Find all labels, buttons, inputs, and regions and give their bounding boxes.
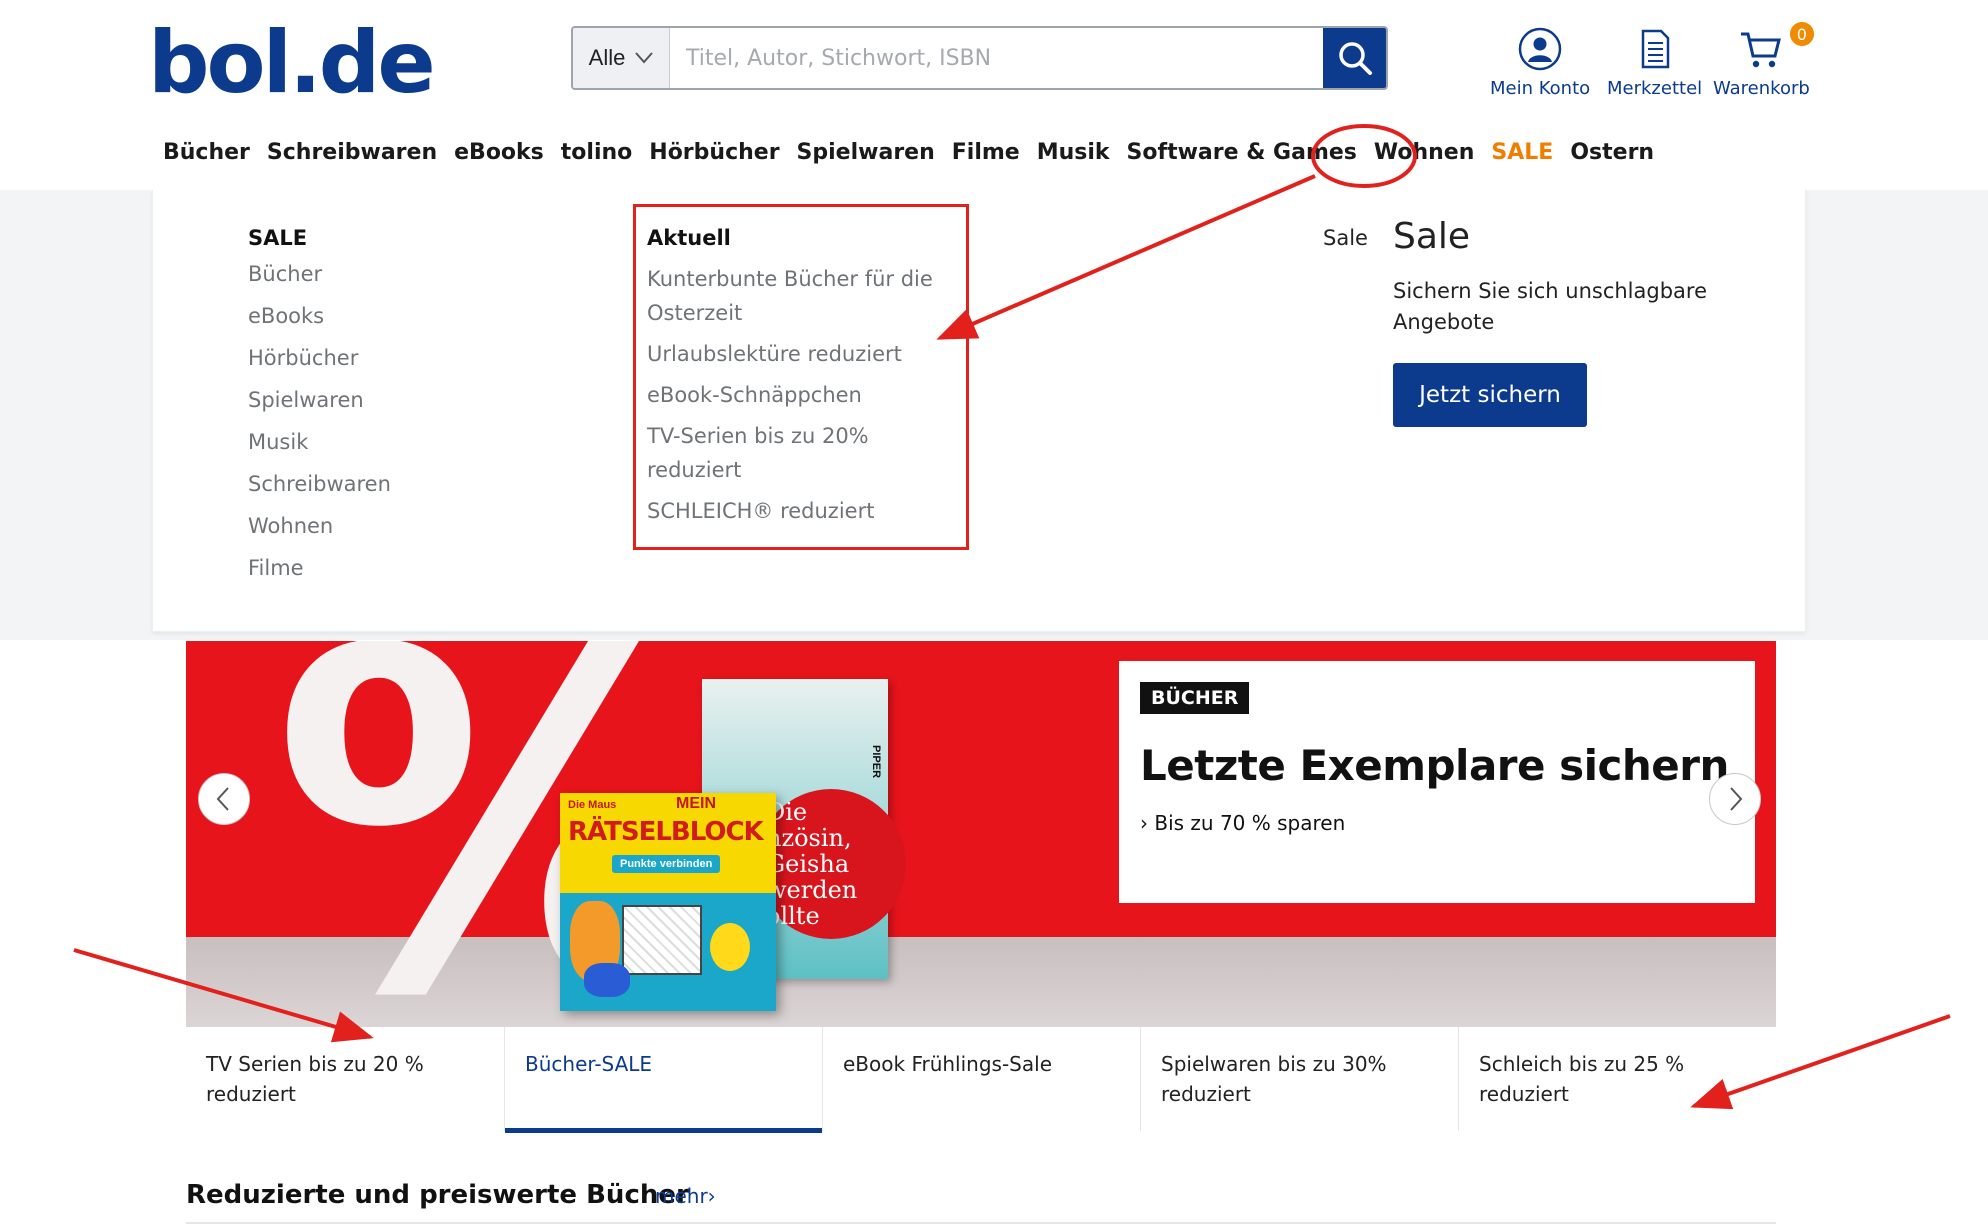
bol-logo[interactable]: bol.de [148,20,436,106]
nav-item-musik[interactable]: Musik [1037,140,1110,165]
duck-figure [710,923,750,971]
hero-banner[interactable]: % PIPER Die nzösin, Geisha werden ollte … [186,641,1776,1027]
search-bar: Alle [571,26,1388,90]
wishlist-link[interactable]: Merkzettel [1607,26,1702,99]
cover-brand: Die Maus [568,799,617,811]
cart-link[interactable]: 0 Warenkorb [1713,22,1814,99]
tab-schleich[interactable]: Schleich bis zu 25 % reduziert [1458,1027,1776,1131]
hero-tag: BÜCHER [1140,682,1250,714]
search-icon [1338,42,1372,75]
sale-link-ebooks[interactable]: eBooks [248,306,391,327]
account-label: Mein Konto [1490,78,1591,99]
nav-item-schreibwaren[interactable]: Schreibwaren [267,140,437,165]
sale-link-schreibwaren[interactable]: Schreibwaren [248,474,391,495]
tab-buecher-sale[interactable]: Bücher-SALE [504,1027,822,1133]
search-category-select[interactable]: Alle [573,28,670,88]
cart-icon [1741,32,1782,68]
wishlist-label: Merkzettel [1607,78,1703,99]
sale-link-spielwaren[interactable]: Spielwaren [248,390,391,411]
main-nav: Bücher Schreibwaren eBooks tolino Hörbüc… [163,140,1654,165]
sale-category-column: SALE Bücher eBooks Hörbücher Spielwaren … [248,226,391,600]
sale-link-musik[interactable]: Musik [248,432,391,453]
sale-link-buecher[interactable]: Bücher [248,264,391,285]
cover-title: RÄTSELBLOCK [568,817,764,847]
promo-title: Sale [1393,216,1471,257]
jetzt-sichern-button[interactable]: Jetzt sichern [1393,363,1587,427]
chevron-left-icon [216,787,229,811]
tab-ebook-fruehlings-sale[interactable]: eBook Frühlings-Sale [822,1027,1140,1131]
book-cover-raetselblock: Die Maus MEIN RÄTSELBLOCK Punkte verbind… [560,793,776,1011]
nav-item-ostern[interactable]: Ostern [1570,140,1654,165]
chevron-right-icon: › [1140,811,1148,835]
carousel-prev-button[interactable] [198,773,250,825]
nav-item-ebooks[interactable]: eBooks [454,140,544,165]
sale-column-heading[interactable]: SALE [248,226,391,250]
cart-label: Warenkorb [1713,78,1810,99]
chevron-down-icon [635,52,654,64]
publisher-label: PIPER [870,745,882,779]
search-button[interactable] [1323,28,1386,88]
promo-description: Sichern Sie sich unschlagbare Angebote [1393,279,1707,334]
hero-subtitle: Bis zu 70 % sparen [1154,811,1346,835]
elephant-figure [584,963,630,997]
nav-item-spielwaren[interactable]: Spielwaren [797,140,935,165]
more-link[interactable]: mehr› [655,1184,716,1208]
search-category-value: Alle [588,45,626,70]
sale-link-wohnen[interactable]: Wohnen [248,516,391,537]
carousel-next-button[interactable] [1709,773,1761,825]
book-title-visible: Die nzösin, Geisha werden ollte [766,798,858,930]
search-input[interactable] [670,28,1323,88]
cart-count-badge: 0 [1789,22,1814,46]
account-link[interactable]: Mein Konto [1490,26,1590,99]
promo-label-small: Sale [1323,226,1368,250]
chevron-right-icon [1730,787,1743,811]
nav-item-hoerbuecher[interactable]: Hörbücher [649,140,779,165]
nav-item-buecher[interactable]: Bücher [163,140,250,165]
annotation-box [633,204,969,550]
section-divider [186,1222,1776,1224]
nav-item-software-games[interactable]: Software & Games [1127,140,1357,165]
carousel-tabs: TV Serien bis zu 20 % reduziert Bücher-S… [186,1027,1776,1133]
puzzle-figure [622,905,702,975]
hero-title: Letzte Exemplare sichern [1140,741,1729,790]
hero-promo-card[interactable]: BÜCHER Letzte Exemplare sichern › Bis zu… [1119,661,1755,903]
section-title: Reduzierte und preiswerte Bücher [186,1180,689,1210]
user-icon [1518,27,1562,71]
nav-item-wohnen[interactable]: Wohnen [1374,140,1475,165]
hero-subtitle-link[interactable]: › Bis zu 70 % sparen [1140,811,1345,835]
sale-link-filme[interactable]: Filme [248,558,391,579]
tab-tv-serien[interactable]: TV Serien bis zu 20 % reduziert [186,1027,504,1131]
cover-subtitle: Punkte verbinden [612,855,721,873]
sale-link-hoerbuecher[interactable]: Hörbücher [248,348,391,369]
book-title-circle: Die nzösin, Geisha werden ollte [756,789,906,939]
nav-item-filme[interactable]: Filme [952,140,1020,165]
nav-item-sale[interactable]: SALE [1491,140,1553,165]
cover-mein: MEIN [676,795,716,812]
tab-spielwaren[interactable]: Spielwaren bis zu 30% reduziert [1140,1027,1458,1131]
sale-dropdown-panel: SALE Bücher eBooks Hörbücher Spielwaren … [152,190,1806,632]
nav-item-tolino[interactable]: tolino [561,140,633,165]
notepad-icon [1641,29,1669,69]
